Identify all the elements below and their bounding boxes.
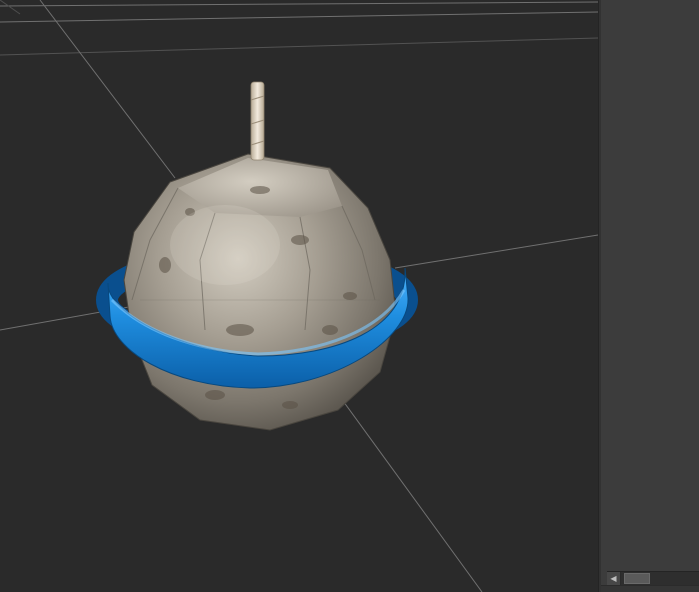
bomb-model bbox=[96, 81, 418, 431]
3d-viewport[interactable] bbox=[0, 0, 598, 592]
side-panel bbox=[601, 0, 699, 592]
scrollbar-thumb[interactable] bbox=[624, 573, 650, 584]
panel-bottom-strip bbox=[601, 585, 699, 592]
scene-canvas[interactable] bbox=[0, 0, 598, 592]
horizontal-scrollbar[interactable]: ◀ bbox=[607, 571, 699, 585]
scroll-left-arrow-icon[interactable]: ◀ bbox=[607, 572, 621, 585]
fuse-wick bbox=[250, 81, 265, 161]
editor-window: ◀ bbox=[0, 0, 699, 592]
